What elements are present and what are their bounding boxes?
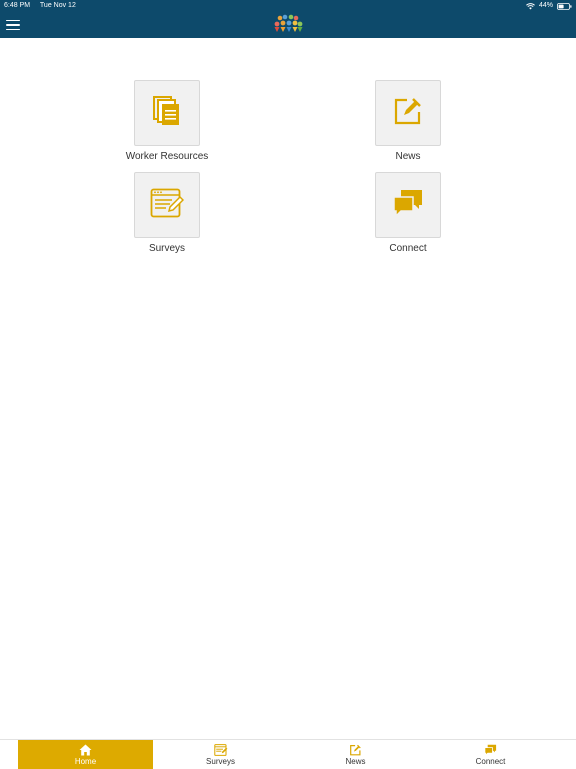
tile-worker-resources[interactable]: Worker Resources [97,80,237,162]
edit-note-icon [349,744,362,756]
tile-worker-resources-box[interactable] [134,80,200,146]
tab-label: Home [74,757,97,766]
battery-percent: 44% [538,2,553,9]
tab-home[interactable]: Home [18,740,153,769]
nav-bar [0,12,576,38]
chat-bubbles-icon [392,188,424,223]
tab-label: Connect [475,757,506,766]
tile-connect[interactable]: Connect [338,172,478,254]
tile-label: Worker Resources [125,151,209,162]
tab-connect[interactable]: Connect [423,740,558,769]
tile-label: News [395,151,421,162]
tile-label: Surveys [148,243,186,254]
status-right: 44% [526,0,572,12]
survey-form-icon [213,744,228,756]
status-date: Tue Nov 12 [39,2,76,9]
tile-news-box[interactable] [375,80,441,146]
tab-bar: Home Surveys News Connect [0,739,576,769]
tile-connect-box[interactable] [375,172,441,238]
status-time: 6:48 PM [4,2,31,9]
survey-form-icon [150,188,185,223]
status-left: 6:48 PM Tue Nov 12 [4,0,84,12]
chat-bubbles-icon [484,744,497,756]
tab-surveys[interactable]: Surveys [153,740,288,769]
wifi-icon [526,2,535,10]
documents-icon [152,95,182,132]
tab-news[interactable]: News [288,740,423,769]
battery-icon [557,2,572,10]
tab-label: News [345,757,366,766]
tile-surveys-box[interactable] [134,172,200,238]
status-bar: 6:48 PM Tue Nov 12 44% [0,0,576,12]
tab-label: Surveys [206,757,235,766]
hamburger-menu-icon[interactable] [6,17,22,33]
tile-label: Connect [389,243,427,254]
edit-note-icon [393,96,423,131]
tile-news[interactable]: News [338,80,478,162]
app-logo-icon [270,13,306,37]
home-icon [79,744,92,756]
tile-surveys[interactable]: Surveys [97,172,237,254]
